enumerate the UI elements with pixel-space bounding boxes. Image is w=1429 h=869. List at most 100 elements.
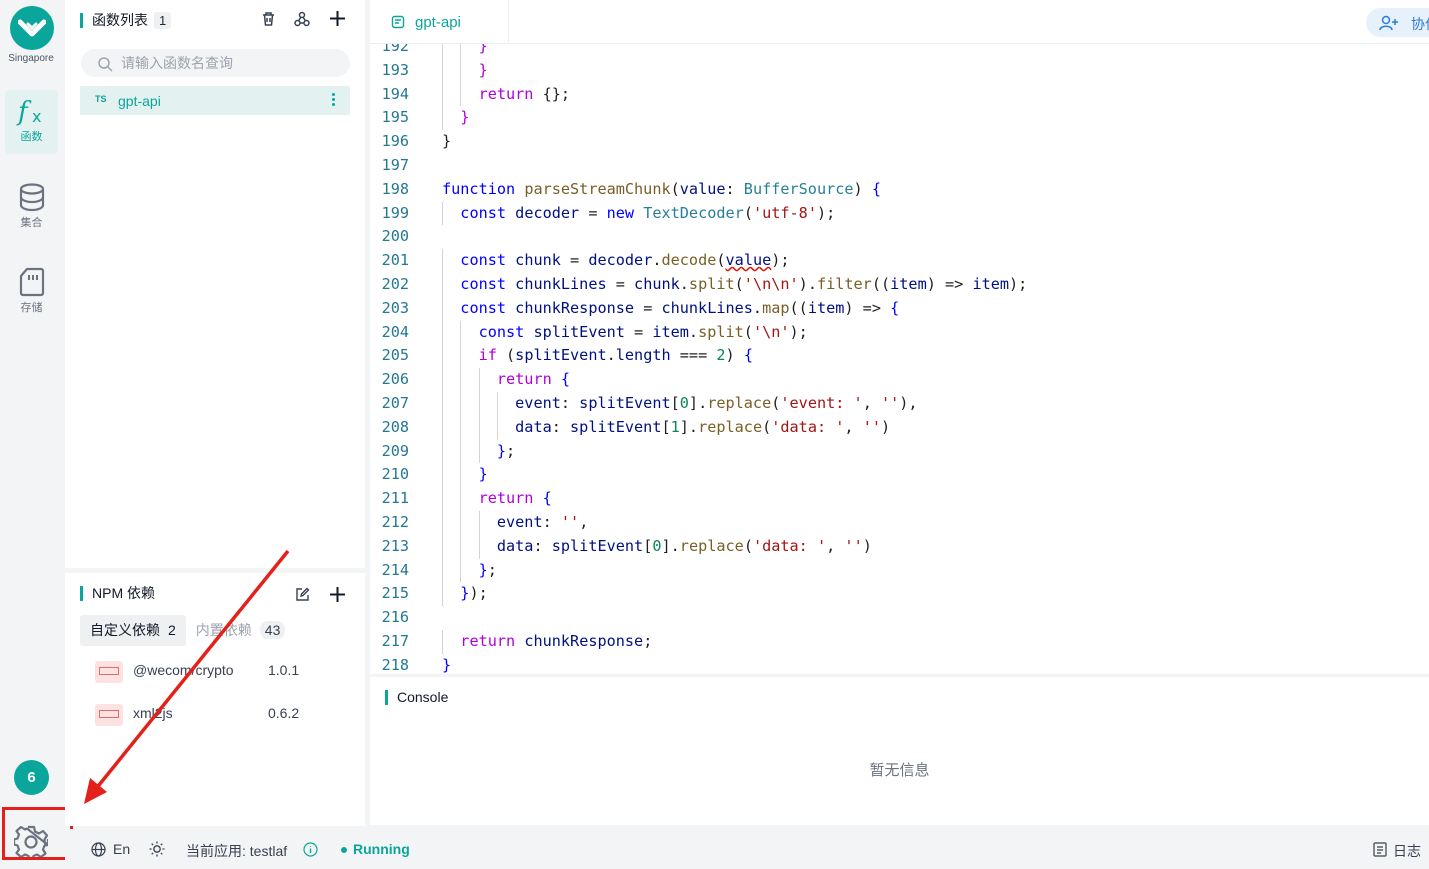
rail-item-storage[interactable]: 存储 bbox=[5, 261, 58, 325]
svg-text:x: x bbox=[32, 107, 41, 126]
line-number: 211 bbox=[381, 489, 409, 508]
rail-item-collections[interactable]: 集合 bbox=[5, 176, 58, 240]
npm-title: NPM 依赖 bbox=[92, 585, 155, 601]
function-search-input[interactable] bbox=[121, 53, 331, 73]
log-icon[interactable] bbox=[1373, 842, 1387, 857]
function-count-badge: 1 bbox=[154, 11, 172, 29]
current-app-label: 当前应用: testlaf bbox=[186, 843, 288, 859]
line-number: 214 bbox=[381, 560, 409, 579]
dependency-version: 1.0.1 bbox=[268, 662, 300, 678]
code-text: if (splitEvent.length === 2) { bbox=[478, 346, 753, 365]
app-status-label: Running bbox=[353, 841, 410, 857]
function-list-panel: 函数列表 1 TS gpt-api bbox=[65, 0, 365, 568]
line-number: 205 bbox=[381, 346, 409, 365]
tab-builtin-deps[interactable]: 内置依赖 43 bbox=[186, 615, 296, 646]
code-text: }); bbox=[460, 584, 488, 603]
info-icon[interactable] bbox=[303, 842, 318, 857]
code-text: } bbox=[478, 60, 488, 79]
npm-header: NPM 依赖 bbox=[80, 583, 155, 603]
code-text: return { bbox=[496, 370, 571, 389]
line-number: 196 bbox=[381, 132, 409, 151]
line-number: 197 bbox=[381, 155, 409, 174]
code-text: const chunkResponse = chunkLines.map((it… bbox=[460, 298, 900, 317]
code-text: }; bbox=[478, 560, 497, 579]
add-dependency-icon[interactable] bbox=[329, 586, 346, 603]
more-options-icon[interactable] bbox=[332, 93, 336, 108]
code-text: return chunkResponse; bbox=[460, 631, 653, 650]
code-text: } bbox=[460, 108, 470, 127]
logo-mark-icon bbox=[18, 19, 46, 37]
search-icon bbox=[98, 57, 113, 72]
recycle-bin-icon[interactable] bbox=[261, 11, 276, 27]
console-panel: Console 暂无信息 bbox=[370, 677, 1429, 825]
line-number: 200 bbox=[381, 227, 409, 246]
log-button[interactable]: 日志 bbox=[1393, 841, 1421, 861]
add-user-icon bbox=[1379, 15, 1398, 31]
section-accent-bar bbox=[385, 689, 388, 705]
editor-tab-label: gpt-api bbox=[415, 14, 461, 31]
rail-item-label: 存储 bbox=[20, 302, 43, 314]
dependency-item[interactable]: @wecom/crypto 1.0.1 bbox=[95, 658, 335, 684]
code-text: event: splitEvent[0].replace('event: ', … bbox=[515, 393, 918, 412]
language-toggle[interactable]: En bbox=[113, 841, 130, 857]
laf-logo[interactable] bbox=[10, 6, 54, 50]
collaborate-button[interactable]: 协作 bbox=[1366, 8, 1429, 37]
npm-dependency-panel: NPM 依赖 自定义依赖 2 内置依赖 43 @wecom/crypto 1.0.1… bbox=[65, 573, 365, 826]
code-text: }; bbox=[496, 441, 516, 460]
code-text: } bbox=[442, 132, 452, 151]
line-number: 203 bbox=[381, 298, 409, 317]
database-icon bbox=[19, 183, 44, 212]
edit-dependencies-icon[interactable] bbox=[295, 587, 310, 602]
app-root: Singapore f x 函数 集合 存储 6 函数列表 1 请输入函数名查询… bbox=[0, 0, 1429, 869]
line-number: 192 bbox=[381, 44, 409, 55]
code-text: } bbox=[478, 44, 488, 55]
code-text: } bbox=[478, 465, 488, 484]
line-number: 206 bbox=[381, 370, 409, 389]
code-text: const splitEvent = item.split('\n'); bbox=[478, 322, 808, 341]
editor-tab-bar: gpt-api 协作 bbox=[370, 0, 1429, 44]
line-number: 216 bbox=[381, 608, 409, 627]
add-function-icon[interactable] bbox=[329, 10, 346, 27]
code-text: const decoder = new TextDecoder('utf-8')… bbox=[460, 203, 836, 222]
collaborate-label: 协作 bbox=[1411, 16, 1429, 32]
function-search[interactable] bbox=[81, 49, 350, 77]
line-number: 199 bbox=[381, 203, 409, 222]
dependency-item[interactable]: xml2js 0.6.2 bbox=[95, 701, 335, 727]
status-dot bbox=[341, 847, 347, 854]
line-number: 210 bbox=[381, 465, 409, 484]
region-label: Singapore bbox=[8, 53, 54, 64]
function-name: gpt-api bbox=[118, 93, 161, 109]
globe-icon[interactable] bbox=[91, 842, 106, 857]
theme-sun-icon[interactable] bbox=[149, 841, 165, 857]
code-text: const chunk = decoder.decode(value); bbox=[460, 251, 790, 270]
code-text: event: '', bbox=[496, 512, 589, 531]
dependency-name: xml2js bbox=[133, 705, 173, 721]
tab-custom-deps[interactable]: 自定义依赖 2 bbox=[80, 615, 186, 646]
editor-tab[interactable]: gpt-api bbox=[370, 0, 509, 44]
code-text: return {}; bbox=[478, 84, 571, 103]
npm-tabs: 自定义依赖 2 内置依赖 43 bbox=[80, 615, 295, 646]
line-number: 207 bbox=[381, 393, 409, 412]
webhook-icon[interactable] bbox=[294, 11, 310, 27]
code-text: return { bbox=[478, 489, 552, 508]
line-number: 195 bbox=[381, 108, 409, 127]
rail-item-functions[interactable]: f x 函数 bbox=[5, 90, 58, 154]
rail-item-label: 集合 bbox=[20, 217, 43, 229]
console-empty-text: 暂无信息 bbox=[869, 762, 930, 779]
rail-item-label: 函数 bbox=[20, 131, 43, 143]
typescript-tag: TS bbox=[95, 94, 107, 104]
line-number: 193 bbox=[381, 60, 409, 79]
function-icon: f x bbox=[16, 97, 41, 126]
tab-label: 内置依赖 bbox=[195, 622, 252, 638]
tab-count: 43 bbox=[259, 621, 286, 639]
notification-badge[interactable]: 6 bbox=[14, 760, 49, 795]
code-editor[interactable]: 192 } 193 } 194 return {}; 195 } 196} 197 198 f… bbox=[370, 44, 1429, 674]
function-item[interactable]: TS gpt-api bbox=[80, 86, 350, 115]
app-status: Running bbox=[341, 841, 410, 857]
code-text: function parseStreamChunk(value: BufferS… bbox=[442, 179, 881, 198]
section-accent-bar bbox=[80, 12, 83, 28]
console-header: Console bbox=[385, 687, 448, 707]
dependency-version: 0.6.2 bbox=[268, 705, 300, 721]
line-number: 194 bbox=[381, 84, 409, 103]
left-rail: Singapore f x 函数 集合 存储 6 bbox=[0, 0, 73, 869]
